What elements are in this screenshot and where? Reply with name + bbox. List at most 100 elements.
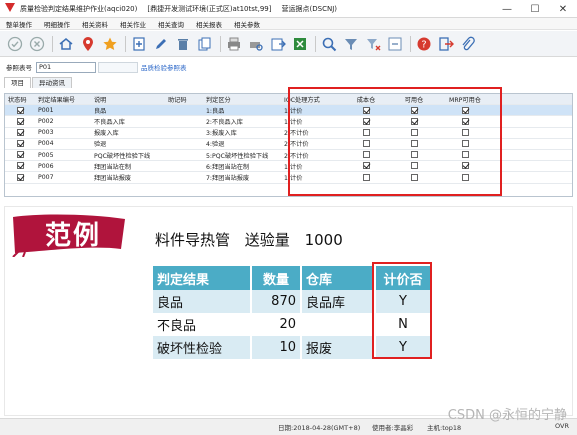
new-doc-icon[interactable] <box>130 35 148 53</box>
home-icon[interactable] <box>57 35 75 53</box>
help-icon[interactable]: ? <box>415 35 433 53</box>
cell-code: P004 <box>38 140 54 148</box>
toolbar: ? <box>0 31 577 57</box>
reference-desc: 品质检验参照表 <box>141 64 187 72</box>
ex-wh: 良品库 <box>301 290 376 313</box>
example-subject: 料件导热管 送验量 1000 <box>155 229 353 250</box>
print-preview-icon[interactable] <box>247 35 265 53</box>
refresh-icon[interactable] <box>386 35 404 53</box>
status-mode: OVR <box>555 422 569 430</box>
star-icon[interactable] <box>101 35 119 53</box>
ex-result: 良品 <box>153 290 252 313</box>
subject-label: 送验量 <box>244 231 290 249</box>
highlight-box <box>288 87 502 196</box>
cell-status <box>5 128 35 137</box>
cell-division: 3:报废入库 <box>206 130 237 138</box>
title-bar: 质量检验判定结果维护作业(aqci020) [鼎捷开发测试环境(正式区)at10… <box>0 0 577 18</box>
attach-icon[interactable] <box>459 35 477 53</box>
menu-related-data[interactable]: 相关资料 <box>82 19 108 29</box>
edit-icon[interactable] <box>152 35 170 53</box>
check-icon[interactable] <box>6 35 24 53</box>
col-desc[interactable]: 说明 <box>91 95 165 104</box>
cell-code: P006 <box>38 162 54 170</box>
example-panel: 范例 料件导热管 送验量 1000 判定结果 数量 仓库 计价否 良品 870 … <box>4 206 573 416</box>
status-date: 日期:2018-04-28(GMT+8) <box>278 424 361 432</box>
tab-items[interactable]: 项目 <box>4 77 31 88</box>
ex-wh: 报废 <box>301 336 376 359</box>
menu-detail-ops[interactable]: 明细操作 <box>44 19 70 29</box>
tab-bar: 项目 异动资讯 <box>4 77 73 88</box>
status-checkbox[interactable] <box>16 162 24 170</box>
status-checkbox[interactable] <box>16 128 24 136</box>
status-checkbox[interactable] <box>16 151 24 159</box>
cell-desc: 验退 <box>94 141 107 149</box>
status-checkbox[interactable] <box>16 173 24 181</box>
status-checkbox[interactable] <box>16 106 24 114</box>
example-banner: 范例 <box>11 211 127 257</box>
ex-wh <box>301 313 376 336</box>
excel-icon[interactable] <box>291 35 309 53</box>
cell-division: 4:验退 <box>206 141 225 149</box>
ex-col-qty: 数量 <box>251 266 302 290</box>
svg-text:?: ? <box>421 39 426 50</box>
cell-division: 7:拜团当站报废 <box>206 174 250 182</box>
menu-doc-ops[interactable]: 整单操作 <box>6 19 32 29</box>
cell-code: P007 <box>38 173 54 181</box>
cell-status <box>5 173 35 182</box>
menu-related-reports[interactable]: 相关报表 <box>196 19 222 29</box>
reference-number-field[interactable]: P01 <box>36 61 96 73</box>
minimize-button[interactable]: — <box>493 0 521 18</box>
cell-status <box>5 162 35 170</box>
ex-qty: 870 <box>251 290 302 313</box>
ex-col-result: 判定结果 <box>153 266 252 290</box>
status-host: 主机:top18 <box>427 424 462 432</box>
cancel-icon[interactable] <box>28 35 46 53</box>
ex-qty: 20 <box>251 313 302 336</box>
cell-status <box>5 117 35 126</box>
cell-desc: 报废入库 <box>94 130 119 138</box>
col-mnemonic[interactable]: 助记码 <box>165 95 203 104</box>
cell-division: 6:拜团当站在制 <box>206 163 250 171</box>
reference-name-field <box>98 61 138 73</box>
col-status[interactable]: 状态码 <box>5 95 35 104</box>
delete-icon[interactable] <box>174 35 192 53</box>
col-code[interactable]: 判定结果编号 <box>35 95 91 104</box>
cell-desc: 良品 <box>94 107 107 115</box>
cell-status <box>5 106 35 115</box>
status-user: 使用者:李晶彩 <box>372 424 414 432</box>
cell-status <box>5 151 35 159</box>
cell-code: P003 <box>38 129 54 137</box>
pin-icon[interactable] <box>79 35 97 53</box>
cell-code: P002 <box>38 117 54 125</box>
status-checkbox[interactable] <box>16 117 24 125</box>
filter-clear-icon[interactable] <box>364 35 382 53</box>
export-icon[interactable] <box>269 35 287 53</box>
site-label: 营运据点(DSCNJ) <box>281 4 337 13</box>
col-division[interactable]: 判定区分 <box>203 95 281 104</box>
filter-icon[interactable] <box>342 35 360 53</box>
close-button[interactable]: ✕ <box>549 0 577 18</box>
tab-change-info[interactable]: 异动资讯 <box>32 77 72 88</box>
menu-related-query[interactable]: 相关查询 <box>158 19 184 29</box>
cell-desc: 拜团当站在制 <box>94 163 132 171</box>
exit-icon[interactable] <box>437 35 455 53</box>
watermark: CSDN @永恒的宁静 <box>447 408 567 423</box>
cell-status <box>5 140 35 148</box>
maximize-button[interactable]: ☐ <box>521 0 549 18</box>
ex-col-wh: 仓库 <box>301 266 376 290</box>
cell-desc: PQC破坏性检验下线 <box>94 152 151 160</box>
query-icon[interactable] <box>320 35 338 53</box>
cell-code: P001 <box>38 106 54 114</box>
copy-icon[interactable] <box>196 35 214 53</box>
cell-division: 2:不良品入库 <box>206 118 243 126</box>
ex-result: 不良品 <box>153 313 252 336</box>
menu-related-params[interactable]: 相关参数 <box>234 19 260 29</box>
menu-related-jobs[interactable]: 相关作业 <box>120 19 146 29</box>
cell-desc: 拜团当站报废 <box>94 174 132 182</box>
highlight-box-price <box>372 262 432 359</box>
example-banner-text: 范例 <box>45 221 102 251</box>
subject-qty: 1000 <box>304 231 343 249</box>
print-icon[interactable] <box>225 35 243 53</box>
status-checkbox[interactable] <box>16 140 24 148</box>
cell-division: 5:PQC破坏性检验下线 <box>206 152 269 160</box>
